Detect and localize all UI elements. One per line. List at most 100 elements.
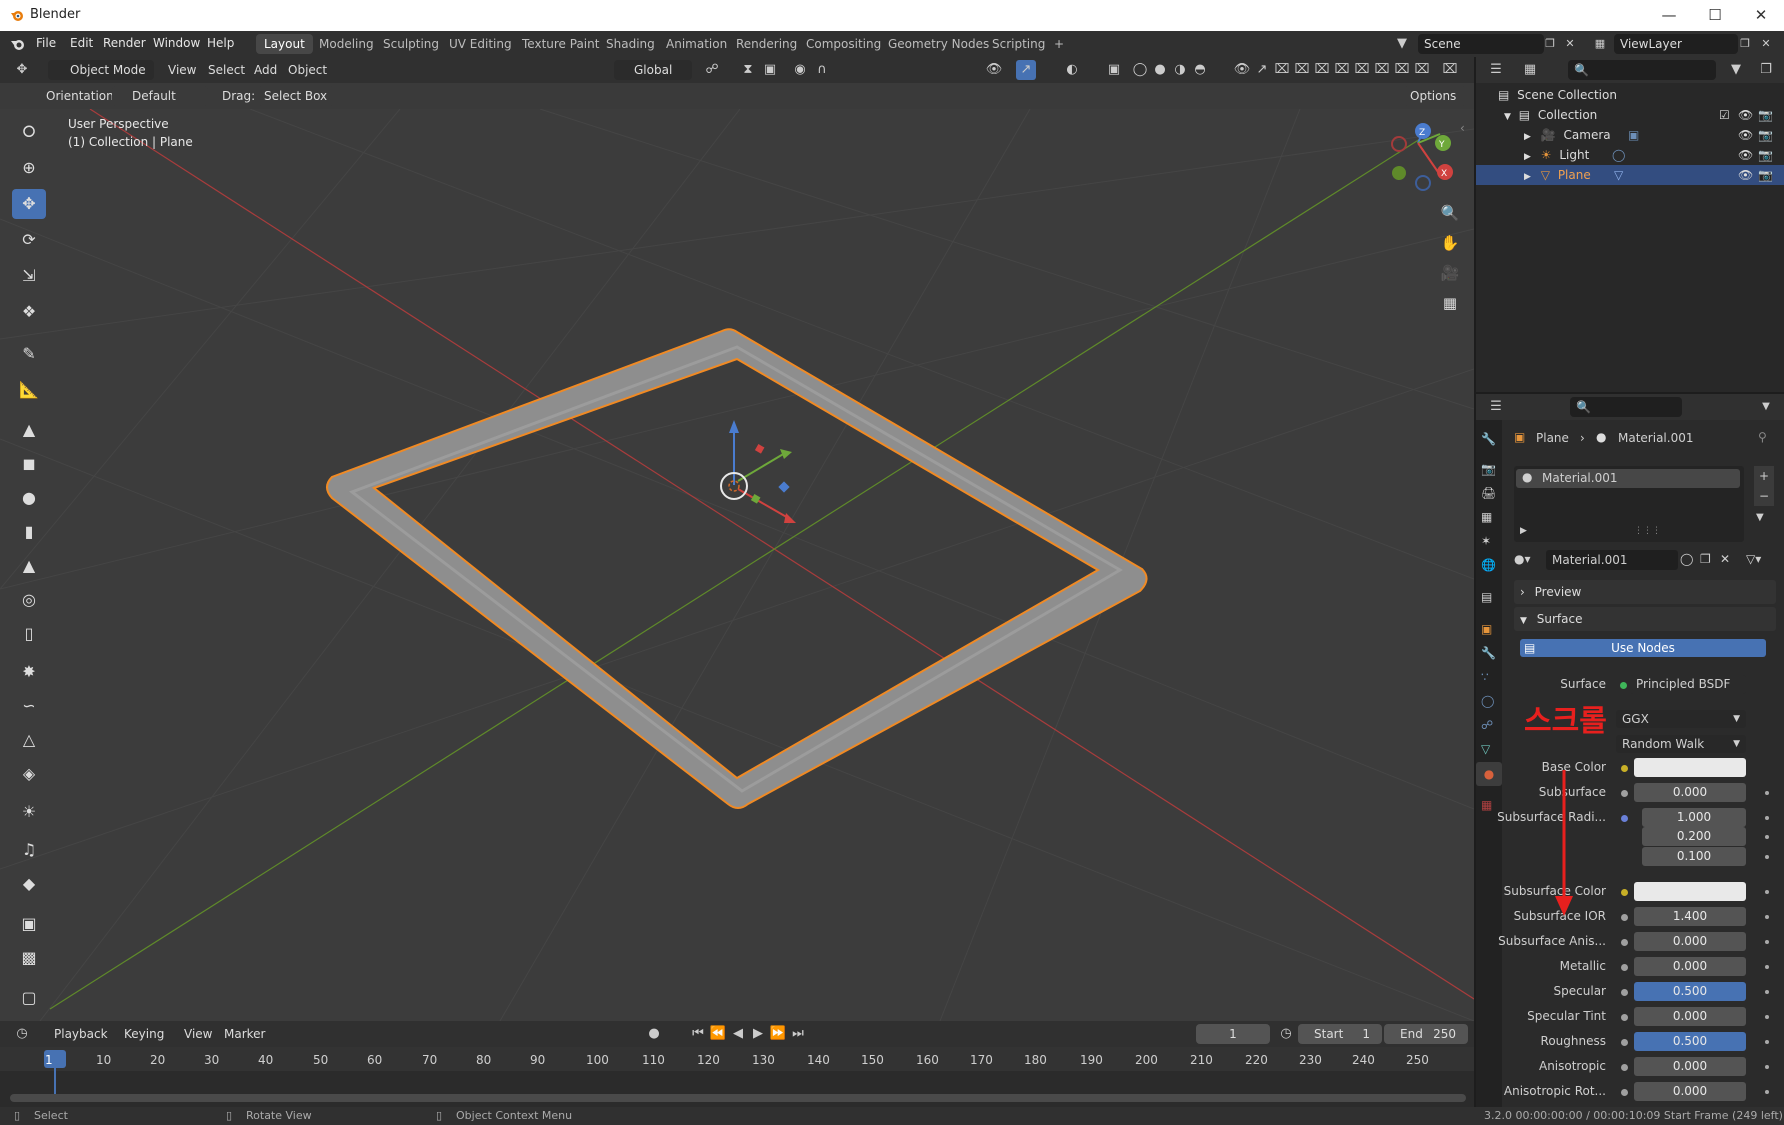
duplicate-material-icon[interactable]: ❐ <box>1700 552 1711 566</box>
prev-keyframe-icon[interactable]: ⏪ <box>708 1024 728 1044</box>
filter-icon-4[interactable]: ⌧ <box>1332 60 1352 80</box>
world-tab-icon[interactable]: 🌐 <box>1481 558 1496 572</box>
keyframe-dot[interactable] <box>1765 1015 1769 1019</box>
slot-expand-icon[interactable]: ▶ <box>1520 526 1527 536</box>
use-nodes-button[interactable]: ▤ Use Nodes <box>1520 639 1766 657</box>
outliner-editor-type-icon[interactable]: ☰ <box>1486 60 1506 80</box>
keyframe-dot[interactable] <box>1765 816 1769 820</box>
tab-animation[interactable]: Animation <box>658 34 735 54</box>
material-name-field[interactable]: Material.001 <box>1546 550 1678 570</box>
render-tab-icon[interactable]: 📷 <box>1481 462 1496 476</box>
collection-checkbox[interactable]: ☑ <box>1719 105 1730 125</box>
material-shading-icon[interactable]: ◑ <box>1170 60 1190 80</box>
maximize-button[interactable]: ☐ <box>1692 0 1738 31</box>
filter-icon-2[interactable]: ⌧ <box>1292 60 1312 80</box>
number-field[interactable]: 0.000 <box>1634 1007 1746 1026</box>
outliner-search-input[interactable]: 🔍 <box>1568 60 1716 80</box>
outliner-item-camera[interactable]: ▶ 🎥 Camera ▣ 👁 📷 <box>1476 125 1784 145</box>
viewlayer-browse-icon[interactable]: ▦ <box>1590 34 1610 54</box>
keyframe-dot[interactable] <box>1765 990 1769 994</box>
marker-menu[interactable]: Marker <box>224 1027 265 1041</box>
tab-layout[interactable]: Layout <box>256 34 313 54</box>
properties-search-input[interactable]: 🔍 <box>1570 397 1682 417</box>
transform-orientation-dropdown[interactable]: Global <box>614 60 692 80</box>
add-workspace-button[interactable]: + <box>1046 34 1072 54</box>
properties-editor-type-icon[interactable]: ☰ <box>1486 397 1506 417</box>
render-camera-icon[interactable]: 📷 <box>1758 145 1773 165</box>
orientation-dropdown[interactable]: Default <box>112 86 208 106</box>
timeline-scrollbar[interactable] <box>10 1094 1466 1102</box>
xray-toggle-icon[interactable]: ▣ <box>1104 60 1124 80</box>
add-image-tool-icon[interactable]: ▣ <box>12 909 46 939</box>
output-tab-icon[interactable]: 🖨 <box>1481 486 1496 500</box>
add-capsule-tool-icon[interactable]: ▯ <box>12 619 46 649</box>
number-field[interactable]: 0.000 <box>1634 957 1746 976</box>
eye-icon[interactable]: 👁 <box>1738 125 1753 145</box>
add-plane-tool-icon[interactable]: ▲ <box>12 415 46 445</box>
snap-icon[interactable]: ⧗ <box>738 60 758 80</box>
expand-arrow-icon[interactable]: ▶ <box>1524 172 1531 182</box>
keyframe-dot[interactable] <box>1765 1040 1769 1044</box>
drag-dropdown[interactable]: Select Box <box>258 86 334 106</box>
new-scene-icon[interactable]: ❐ <box>1540 34 1560 54</box>
next-keyframe-icon[interactable]: ⏩ <box>768 1024 788 1044</box>
visibility-icon[interactable]: 👁 <box>984 60 1004 80</box>
object-menu[interactable]: Object <box>288 63 327 77</box>
add-sphere-tool-icon[interactable]: ● <box>12 483 46 513</box>
keyframe-dot[interactable] <box>1765 1065 1769 1069</box>
outliner-item-plane[interactable]: ▶ ▽ Plane ▽ 👁 📷 <box>1476 165 1784 185</box>
tab-shading[interactable]: Shading <box>598 34 663 54</box>
menu-render[interactable]: Render <box>103 36 146 50</box>
filter-funnel-icon[interactable]: ▼ <box>1726 60 1746 80</box>
add-curve-tool-icon[interactable]: ∽ <box>12 691 46 721</box>
cursor-tool-icon[interactable]: ⊕ <box>12 153 46 183</box>
number-field[interactable]: 0.500 <box>1634 1032 1746 1051</box>
rendered-shading-icon[interactable]: ◓ <box>1190 60 1210 80</box>
menu-window[interactable]: Window <box>153 36 200 50</box>
start-frame-field[interactable]: Start 1 <box>1298 1024 1382 1044</box>
unlink-material-icon[interactable]: ✕ <box>1720 552 1730 566</box>
number-field[interactable]: 1.000 <box>1642 808 1746 827</box>
surface-section-header[interactable]: ▼ Surface <box>1514 607 1776 631</box>
filter-icon-1[interactable]: ⌧ <box>1272 60 1292 80</box>
camera-view-icon[interactable]: 🎥 <box>1436 259 1464 287</box>
solid-shading-icon[interactable]: ● <box>1150 60 1170 80</box>
collection-tab-icon[interactable]: ▤ <box>1481 590 1492 604</box>
select-menu[interactable]: Select <box>208 63 245 77</box>
preview-range-icon[interactable]: ◷ <box>1276 1024 1296 1044</box>
color-swatch[interactable] <box>1634 882 1746 901</box>
data-tab-icon[interactable]: ▽ <box>1481 742 1490 756</box>
timeline-view-menu[interactable]: View <box>184 1027 212 1041</box>
base-color-swatch[interactable] <box>1634 758 1746 777</box>
hide-viewport-icon[interactable]: 👁 <box>1232 60 1252 80</box>
add-menu[interactable]: Add <box>254 63 277 77</box>
tab-uv-editing[interactable]: UV Editing <box>441 34 520 54</box>
filter-icon-7[interactable]: ⌧ <box>1392 60 1412 80</box>
add-speaker-tool-icon[interactable]: ♫ <box>12 835 46 865</box>
add-force-tool-icon[interactable]: ◆ <box>12 869 46 899</box>
close-button[interactable]: ✕ <box>1738 0 1784 31</box>
outliner-scene-collection[interactable]: ▤ Scene Collection <box>1476 85 1784 105</box>
select-box-tool-icon[interactable]: ⭘ <box>12 117 46 147</box>
measure-tool-icon[interactable]: 📐 <box>12 375 46 405</box>
end-frame-field[interactable]: End 250 <box>1384 1024 1468 1044</box>
filter-icon-9[interactable]: ⌧ <box>1440 60 1460 80</box>
3d-viewport[interactable]: Z Y X User Perspective (1) Collection | … <box>0 109 1474 1021</box>
filter-icon-6[interactable]: ⌧ <box>1372 60 1392 80</box>
render-camera-icon[interactable]: 📷 <box>1758 105 1773 125</box>
keyframe-dot[interactable] <box>1765 965 1769 969</box>
pivot-point-icon[interactable]: ☍ <box>702 60 722 80</box>
keyframe-dot[interactable] <box>1765 940 1769 944</box>
material-browse-icon[interactable]: ●▾ <box>1514 552 1531 566</box>
add-text-tool-icon[interactable]: ▩ <box>12 943 46 973</box>
ortho-grid-icon[interactable]: ▦ <box>1436 289 1464 317</box>
tab-scripting[interactable]: Scripting <box>984 34 1053 54</box>
number-field[interactable]: 0.100 <box>1642 847 1746 866</box>
number-field[interactable]: 0.000 <box>1634 1082 1746 1101</box>
scene-tab-icon[interactable]: ✶ <box>1481 534 1491 548</box>
outliner-item-light[interactable]: ▶ ☀ Light ◯ 👁 📷 <box>1476 145 1784 165</box>
number-field[interactable]: 0.000 <box>1634 783 1746 802</box>
delete-viewlayer-icon[interactable]: ✕ <box>1756 34 1776 54</box>
expand-arrow-icon[interactable]: ▶ <box>1524 132 1531 142</box>
add-probe-tool-icon[interactable]: ◈ <box>12 759 46 789</box>
